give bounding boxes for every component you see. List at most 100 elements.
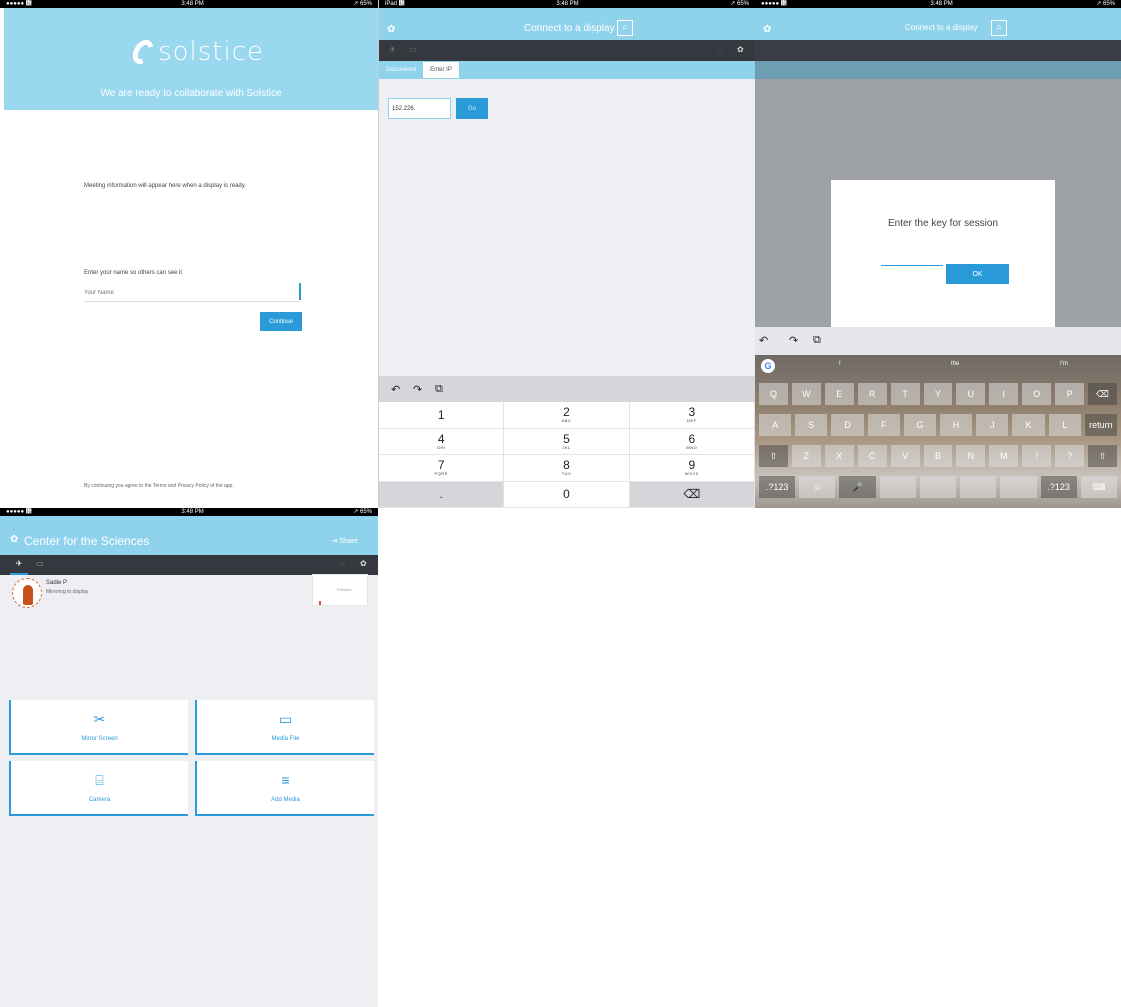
search-icon[interactable]: ⌕ [617, 20, 633, 36]
keypad-key[interactable]: 8 TUV [504, 455, 630, 482]
name-input[interactable] [84, 284, 301, 302]
keyboard-key[interactable]: ! [1022, 445, 1052, 467]
share-tab-icon[interactable]: ✈ [10, 555, 28, 575]
share-button[interactable]: ⇥ Share [332, 537, 359, 545]
keyboard-key[interactable]: O [1022, 383, 1052, 405]
keypad-key[interactable]: 6 MNO [629, 428, 755, 455]
keyboard-key[interactable]: X [824, 445, 854, 467]
tile-label: Mirror Screen [81, 735, 118, 742]
paste-icon[interactable]: ⧉ [435, 383, 443, 396]
continue-button[interactable]: Continue [260, 312, 302, 331]
keyboard-key[interactable]: T [890, 383, 920, 405]
camera-tile[interactable]: ⌸ Camera [9, 761, 188, 816]
google-g-icon[interactable]: G [761, 359, 775, 373]
keypad-key[interactable]: ⌫ [629, 481, 755, 508]
redo-icon[interactable]: ↷ [789, 334, 798, 347]
settings-gear-icon[interactable]: ✿ [387, 24, 395, 35]
keyboard-key[interactable]: H [940, 414, 973, 436]
keyboard-key[interactable]: ⇧ [1088, 445, 1117, 467]
keyboard-key[interactable]: J [976, 414, 1009, 436]
keyboard-key[interactable]: ⌫ [1088, 383, 1117, 405]
keyboard-key[interactable]: ⌨ [1080, 476, 1117, 498]
keyboard-key[interactable]: Y [923, 383, 953, 405]
mic-icon[interactable]: ◌ [717, 45, 722, 54]
keyboard-key[interactable]: .?123 [1040, 476, 1077, 498]
suggestion-3[interactable]: I'm [1060, 361, 1068, 367]
keypad-key[interactable]: 9 WXYZ [629, 455, 755, 482]
keyboard-key[interactable]: L [1048, 414, 1081, 436]
avatar[interactable] [12, 578, 42, 608]
keyboard-key[interactable]: U [956, 383, 986, 405]
settings-gear-icon[interactable]: ✿ [763, 24, 771, 35]
display-preview[interactable]: Preview [312, 574, 368, 606]
display-icon[interactable]: ▭ [409, 45, 417, 54]
keyboard-key[interactable] [1000, 476, 1037, 498]
keyboard-key[interactable] [879, 476, 916, 498]
keyboard-key[interactable]: ? [1055, 445, 1085, 467]
keyboard-key[interactable]: M [989, 445, 1019, 467]
keyboard-key[interactable]: ⇧ [759, 445, 788, 467]
ok-button[interactable]: OK [946, 264, 1009, 284]
keyboard-key[interactable]: return [1084, 414, 1118, 436]
keypad-key[interactable]: . [379, 481, 505, 508]
keyboard-key[interactable]: W [791, 383, 821, 405]
keypad-key[interactable]: 1 [379, 402, 505, 429]
keyboard-key[interactable]: B [923, 445, 953, 467]
keyboard-key[interactable]: S [795, 414, 828, 436]
keyboard-key[interactable]: C [857, 445, 887, 467]
redo-icon[interactable]: ↷ [413, 383, 422, 396]
media-file-tile[interactable]: ▭ Media File [195, 700, 374, 755]
search-icon[interactable]: ⌕ [991, 20, 1007, 36]
display-tab-icon[interactable]: ▭ [36, 559, 44, 568]
settings-gear-icon[interactable]: ✿ [10, 534, 18, 545]
suggestion-strip: G I the I'm [755, 355, 1121, 377]
keyboard-key[interactable]: K [1012, 414, 1045, 436]
status-signal: ●●●●● ᝹ [6, 1, 32, 7]
keyboard-key[interactable]: E [824, 383, 854, 405]
keyboard-key[interactable]: V [890, 445, 920, 467]
keyboard-key[interactable]: ☺ [799, 476, 836, 498]
keypad-key[interactable]: 7 PQRS [379, 455, 505, 482]
keypad-key[interactable]: 0 [504, 481, 630, 508]
tab-enter-ip[interactable]: Enter IP [422, 61, 460, 79]
keyboard-key[interactable]: I [989, 383, 1019, 405]
hero-banner: solstice We are ready to collaborate wit… [4, 8, 378, 110]
mirror-screen-tile[interactable]: ✂ Mirror Screen [9, 700, 188, 755]
gear-icon[interactable]: ✿ [360, 559, 367, 568]
display-name-title: Center for the Sciences [24, 534, 150, 548]
add-media-tile[interactable]: ≡ Add Media [195, 761, 374, 816]
keyboard-key[interactable] [919, 476, 957, 498]
keypad-key[interactable]: 2 ABC [504, 402, 630, 429]
key-digit: 9 [688, 458, 696, 473]
ip-address-input[interactable]: 152.226. [388, 98, 451, 119]
keyboard-key[interactable]: P [1055, 383, 1085, 405]
person-icon [23, 585, 33, 605]
keyboard-key[interactable] [960, 476, 997, 498]
keypad-key[interactable]: 4 GHI [379, 428, 505, 455]
go-button[interactable]: Go [456, 98, 488, 119]
suggestion-1[interactable]: I [839, 361, 841, 367]
keyboard-key[interactable]: Z [791, 445, 821, 467]
toolbar [755, 40, 1121, 61]
mic-icon[interactable]: ◌ [340, 559, 345, 568]
suggestion-2[interactable]: the [951, 361, 959, 367]
keyboard-key[interactable]: R [857, 383, 887, 405]
keyboard-key[interactable]: A [759, 414, 792, 436]
keypad-key[interactable]: 5 JKL [504, 428, 630, 455]
tab-discovered[interactable]: Discovered [381, 61, 421, 79]
keyboard-key[interactable]: D [831, 414, 864, 436]
keyboard-key[interactable]: 🎤 [839, 476, 876, 498]
keyboard-key[interactable]: .?123 [759, 476, 796, 498]
session-key-input[interactable] [881, 256, 943, 266]
keypad-key[interactable]: 3 DEF [629, 402, 755, 429]
keyboard-key[interactable]: Q [759, 383, 788, 405]
keyboard-key[interactable]: G [903, 414, 937, 436]
gear-icon[interactable]: ✿ [737, 45, 744, 54]
undo-icon[interactable]: ↶ [759, 334, 768, 347]
keyboard-key[interactable]: N [956, 445, 986, 467]
logo-text: solstice [158, 37, 264, 67]
paste-icon[interactable]: ⧉ [813, 334, 821, 347]
keyboard-key[interactable]: F [867, 414, 900, 436]
share-icon[interactable]: ✈ [389, 45, 396, 54]
undo-icon[interactable]: ↶ [391, 383, 400, 396]
